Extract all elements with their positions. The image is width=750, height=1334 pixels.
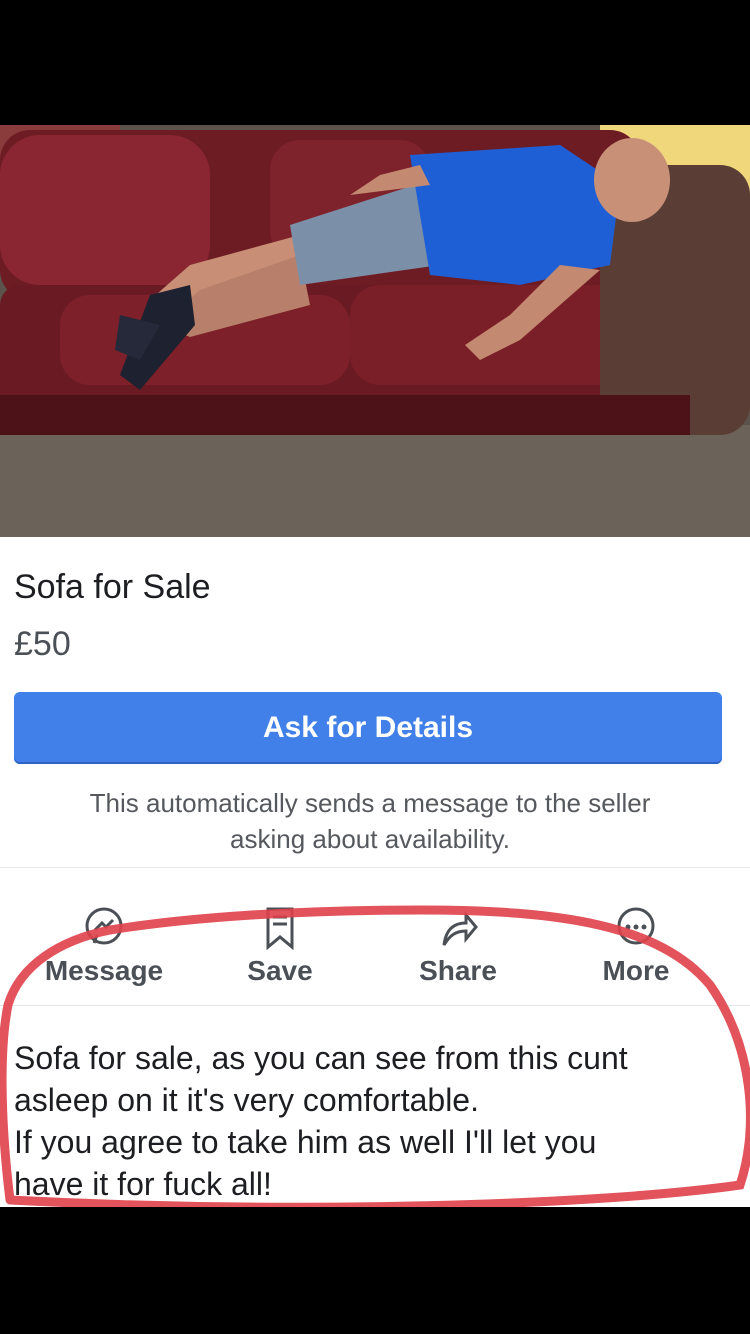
listing-description: Sofa for sale, as you can see from this … (14, 1037, 704, 1205)
save-button[interactable]: Save (210, 885, 350, 1005)
bookmark-icon (262, 905, 298, 956)
auto-message-note: This automatically sends a message to th… (20, 785, 720, 857)
listing-price: £50 (14, 625, 71, 663)
ask-for-details-button[interactable]: Ask for Details (14, 692, 722, 764)
share-button[interactable]: Share (388, 885, 528, 1005)
more-label: More (602, 955, 670, 986)
note-line: This automatically sends a message to th… (89, 788, 651, 818)
description-line: have it for fuck all! (14, 1166, 272, 1202)
description-line: Sofa for sale, as you can see from this … (14, 1040, 628, 1076)
save-label: Save (247, 955, 313, 986)
more-icon (614, 905, 658, 954)
divider (0, 1005, 750, 1006)
message-label: Message (44, 955, 164, 986)
listing-title: Sofa for Sale (14, 568, 211, 606)
share-icon (436, 905, 480, 954)
share-label: Share (419, 955, 497, 986)
description-line: If you agree to take him as well I'll le… (14, 1124, 597, 1160)
messenger-icon (82, 905, 126, 954)
listing-photo[interactable] (0, 125, 750, 537)
more-button[interactable]: More (566, 885, 706, 1005)
note-line: asking about availability. (230, 824, 510, 854)
divider (0, 867, 750, 868)
message-button[interactable]: Message (34, 885, 174, 1005)
marketplace-listing: Sofa for Sale £50 Ask for Details This a… (0, 125, 750, 1207)
description-line: asleep on it it's very comfortable. (14, 1082, 479, 1118)
